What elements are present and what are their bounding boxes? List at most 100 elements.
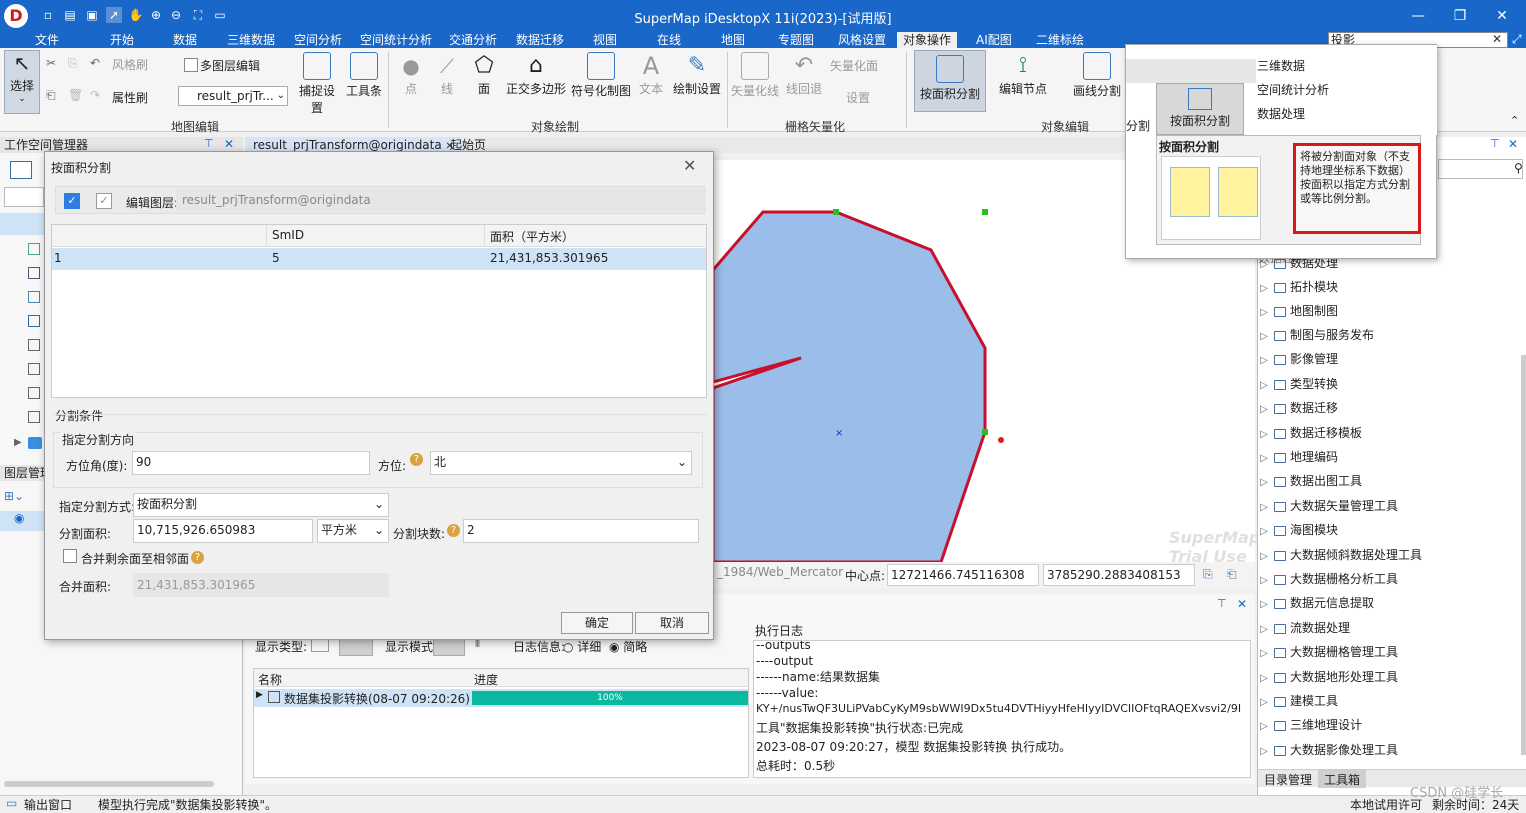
menu-spatial-stats[interactable]: 空间统计分析 [360,32,432,48]
tree-item[interactable]: ▷ 类型转换 [1258,374,1526,394]
workspace-filter-input[interactable] [4,187,44,207]
menu-file[interactable]: 文件 [35,32,59,48]
close-icon[interactable]: ✕ [1508,137,1518,151]
menu-data[interactable]: 数据 [173,32,197,48]
menu-plotting[interactable]: 二维标绘 [1036,32,1084,48]
tree-item[interactable]: ▷ 数据元信息提取 [1258,593,1526,613]
split-by-area-result-button[interactable]: 按面积分割 [1156,83,1244,135]
tree-item[interactable]: ▷ 三维地理设计 [1258,715,1526,735]
tree-item[interactable]: ▷ 影像管理 [1258,349,1526,369]
result-item-spatial-stats[interactable]: 空间统计分析 [1257,81,1329,98]
horizontal-scrollbar[interactable] [4,781,214,787]
toolbar-button[interactable]: 工具条 [344,52,384,99]
dataset-icon[interactable] [28,315,40,327]
tree-item[interactable]: ▷ 海图模块 [1258,520,1526,540]
layer-row-selected[interactable]: ◉ [0,511,45,531]
select-button[interactable]: ↖ 选择 ⌄ [4,50,40,114]
dataset-icon[interactable] [28,387,40,399]
task-row[interactable]: ▶ 数据集投影转换(08-07 09:20:26) 100% [254,689,748,707]
close-icon[interactable]: ✕ [224,137,234,151]
tree-item[interactable]: ▷ 拓扑模块 [1258,277,1526,297]
tree-item[interactable]: ▷ 地图制图 [1258,301,1526,321]
menu-view[interactable]: 视图 [593,32,617,48]
search-icon[interactable]: ⚲ [1514,161,1523,175]
close-icon[interactable]: ✕ [1237,597,1247,611]
workspace-icon[interactable] [10,161,32,179]
paste-icon[interactable]: ⎗ [46,88,56,103]
azimuth-input[interactable]: 90 [132,451,370,475]
draw-settings-button[interactable]: ✎ 绘制设置 [672,52,722,97]
attr-brush-button[interactable]: 属性刷 [112,89,148,106]
vertex-handle[interactable] [833,209,839,215]
result-item-3d-data[interactable]: 三维数据 [1257,57,1305,74]
select-all-checkbox-icon[interactable]: ✓ [64,193,80,209]
vertex-handle[interactable] [982,429,988,435]
toolbox-search-input[interactable] [1438,159,1523,179]
tree-item[interactable]: ▷ 大数据地形处理工具 [1258,667,1526,687]
workspace-tree-selected[interactable] [0,213,45,235]
tree-item[interactable]: ▷ 大数据栅格管理工具 [1258,642,1526,662]
menu-start[interactable]: 开始 [110,32,134,48]
pin-icon[interactable]: ⊤ [1490,137,1500,150]
unit-select[interactable]: 平方米 ⌄ [317,519,389,543]
tree-item[interactable]: ▷ 数据迁移 [1258,398,1526,418]
paste-coord-icon[interactable]: ⎗ [1227,567,1237,582]
folder-icon[interactable] [28,437,42,449]
merge-checkbox[interactable] [63,549,77,566]
cut-icon[interactable]: ✂ [46,56,56,70]
tree-item[interactable]: ▷ 大数据矢量管理工具 [1258,496,1526,516]
restore-button[interactable]: ❐ [1440,6,1480,26]
vertical-scrollbar[interactable] [1521,355,1526,755]
tree-item[interactable]: ▷ 地理编码 [1258,447,1526,467]
dataset-icon[interactable] [28,411,40,423]
tree-item[interactable]: ▷ 建模工具 [1258,691,1526,711]
menu-style[interactable]: 风格设置 [838,32,886,48]
menu-migration[interactable]: 数据迁移 [516,32,564,48]
close-button[interactable]: ✕ [1482,6,1522,26]
undo-icon[interactable]: ↶ [90,56,100,70]
menu-thematic[interactable]: 专题图 [778,32,814,48]
symbolize-button[interactable]: 符号化制图 [570,52,632,99]
log-detail-radio[interactable]: ○ 详细 [563,638,601,655]
menu-object-ops[interactable]: 对象操作 [897,32,958,48]
expand-icon[interactable]: ⤢ [1512,32,1522,47]
split-by-area-ribbon-button[interactable]: 按面积分割 [914,50,986,112]
tree-item[interactable]: ▷ 大数据栅格分析工具 [1258,569,1526,589]
clear-search-icon[interactable]: ✕ [1492,32,1502,46]
collapse-ribbon-icon[interactable]: ⌃ [1510,114,1519,127]
center-x-input[interactable]: 12721466.745116308 [887,564,1039,586]
result-item-data-processing[interactable]: 数据处理 [1257,105,1305,122]
tab-toolbox[interactable]: 工具箱 [1318,770,1367,788]
pin-icon[interactable]: ⊤ [1217,597,1227,610]
selected-polygon[interactable] [711,210,987,564]
edit-node-button[interactable]: ⟟ 编辑节点 [996,52,1050,97]
center-y-input[interactable]: 3785290.2883408153 [1043,564,1195,586]
menu-online[interactable]: 在线 [657,32,681,48]
tab-catalog[interactable]: 目录管理 [1264,771,1312,788]
minimize-button[interactable]: — [1398,6,1438,26]
dataset-icon[interactable] [28,267,40,279]
output-window-tab[interactable]: 输出窗口 [24,796,72,813]
layer-combo[interactable]: result_prjTr... ⌄ [178,86,288,106]
tree-item[interactable]: ▷ 数据迁移模板 [1258,423,1526,443]
face-button[interactable]: ⬠ 面 [468,52,500,97]
tree-item[interactable]: ▷ 制图与服务发布 [1258,325,1526,345]
menu-3d-data[interactable]: 三维数据 [227,32,275,48]
bearing-select[interactable]: 北 ⌄ [430,451,692,475]
tree-item[interactable]: ▷ 流数据处理 [1258,618,1526,638]
help-icon[interactable]: ? [410,453,423,466]
copy-coord-icon[interactable]: ⎘ [1203,567,1213,582]
menu-map[interactable]: 地图 [721,32,745,48]
log-area[interactable]: --outputs ----output ------name:结果数据集 --… [753,640,1251,778]
snap-settings-button[interactable]: 捕捉设置 [294,52,340,116]
tree-item[interactable]: ▷ 大数据倾斜数据处理工具 [1258,545,1526,565]
menu-spatial-analysis[interactable]: 空间分析 [294,32,342,48]
tree-item[interactable]: ▷ 数据出图工具 [1258,471,1526,491]
split-count-input[interactable]: 2 [463,519,699,543]
table-row[interactable]: 1 5 21,431,853.301965 [52,248,706,270]
help-icon[interactable]: ? [191,551,204,564]
cancel-button[interactable]: 取消 [635,612,709,634]
invert-select-icon[interactable]: ✓ [96,193,112,209]
vertex-handle[interactable] [982,209,988,215]
help-icon[interactable]: ? [447,524,460,537]
